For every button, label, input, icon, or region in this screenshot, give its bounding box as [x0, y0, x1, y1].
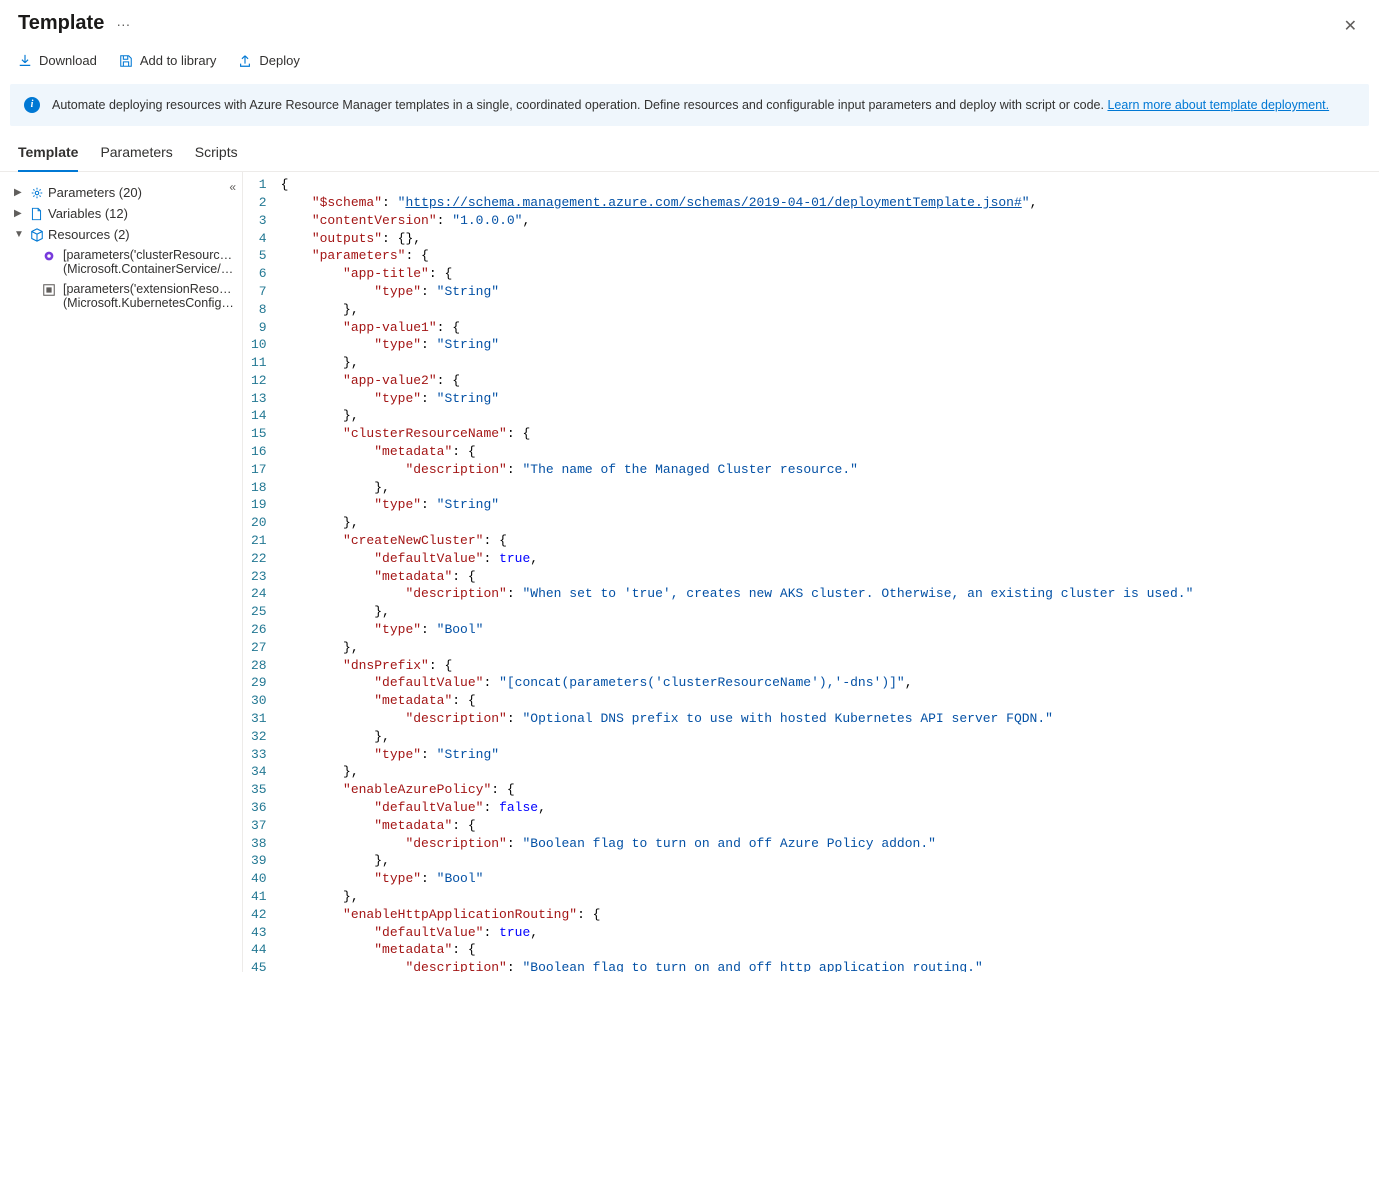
- download-button[interactable]: Download: [18, 53, 97, 68]
- tree-resource-item-2[interactable]: [parameters('extensionResourceNa (Micros…: [14, 279, 238, 313]
- deploy-button[interactable]: Deploy: [238, 53, 299, 68]
- save-icon: [119, 54, 133, 68]
- close-icon[interactable]: ✕: [1344, 16, 1357, 36]
- tree-resource-item-1-type: (Microsoft.ContainerService/mana: [63, 262, 238, 276]
- tree-variables[interactable]: ▶ Variables (12): [14, 203, 238, 224]
- tree-sidebar: « ▶ Parameters (20) ▶ Variables (12) ▼ R…: [0, 172, 242, 972]
- tree-parameters[interactable]: ▶ Parameters (20): [14, 182, 238, 203]
- info-banner: i Automate deploying resources with Azur…: [10, 84, 1369, 126]
- add-to-library-button[interactable]: Add to library: [119, 53, 217, 68]
- toolbar: Download Add to library Deploy: [0, 45, 1379, 84]
- tree-variables-label: Variables (12): [48, 206, 128, 221]
- line-gutter: 1234567891011121314151617181920212223242…: [243, 172, 281, 972]
- info-icon: i: [24, 97, 40, 113]
- add-to-library-label: Add to library: [140, 53, 217, 68]
- tree-resource-item-1-name: [parameters('clusterResourceName: [63, 248, 238, 262]
- resource-icon: [42, 283, 57, 297]
- page-title: Template: [18, 12, 104, 35]
- tree-resources[interactable]: ▼ Resources (2): [14, 224, 238, 245]
- download-label: Download: [39, 53, 97, 68]
- deploy-label: Deploy: [259, 53, 299, 68]
- deploy-icon: [238, 54, 252, 68]
- tab-parameters[interactable]: Parameters: [100, 144, 172, 171]
- tree-resources-label: Resources (2): [48, 227, 130, 242]
- tabs: Template Parameters Scripts: [0, 126, 1379, 172]
- code-content[interactable]: { "$schema": "https://schema.management.…: [281, 172, 1194, 972]
- tree-parameters-label: Parameters (20): [48, 185, 142, 200]
- download-icon: [18, 54, 32, 68]
- banner-learn-more-link[interactable]: Learn more about template deployment.: [1107, 98, 1329, 112]
- banner-text: Automate deploying resources with Azure …: [52, 98, 1107, 112]
- tab-template[interactable]: Template: [18, 144, 78, 172]
- chevron-right-icon: ▶: [14, 187, 25, 198]
- document-icon: [29, 207, 44, 221]
- resource-icon: [42, 249, 57, 263]
- tree-resource-item-2-name: [parameters('extensionResourceNa: [63, 282, 238, 296]
- code-editor[interactable]: 1234567891011121314151617181920212223242…: [242, 172, 1379, 972]
- gear-icon: [29, 186, 44, 200]
- chevron-right-icon: ▶: [14, 208, 25, 219]
- collapse-sidebar-icon[interactable]: «: [229, 180, 236, 194]
- chevron-down-icon: ▼: [14, 229, 25, 240]
- tab-scripts[interactable]: Scripts: [195, 144, 238, 171]
- cube-icon: [29, 228, 44, 242]
- more-icon[interactable]: ···: [116, 16, 130, 32]
- tree-resource-item-2-type: (Microsoft.KubernetesConfiguratic: [63, 296, 238, 310]
- tree-resource-item-1[interactable]: [parameters('clusterResourceName (Micros…: [14, 245, 238, 279]
